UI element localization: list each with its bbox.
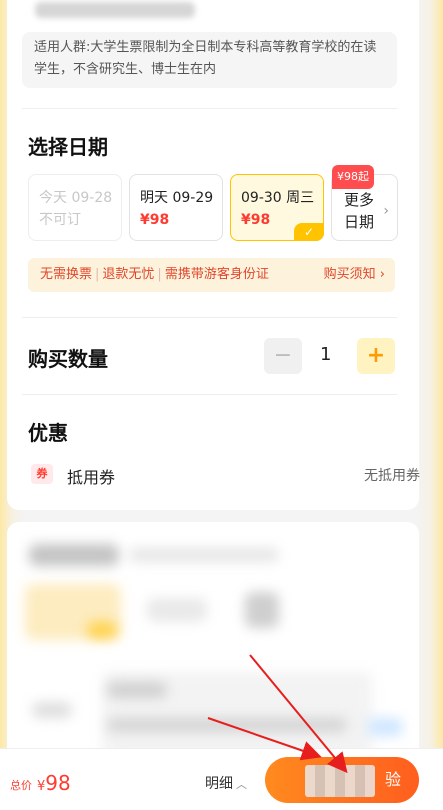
policy-item: 退款无忧 — [102, 267, 155, 282]
date-option-today: 今天 09-28 不可订 — [28, 174, 122, 241]
chevron-up-icon: ︿ — [236, 778, 247, 791]
blurred-subheading — [129, 548, 279, 562]
watermark-mosaic — [305, 765, 375, 797]
more-dates-button[interactable]: ¥98起 更多 日期 › — [331, 165, 398, 241]
submit-order-label: 验 — [384, 770, 401, 789]
coupon-label[interactable]: 抵用券 — [67, 464, 115, 488]
coupon-value[interactable]: 无抵用券 — [364, 465, 420, 485]
total-price-value: 98 — [45, 771, 71, 795]
price-from-badge: ¥98起 — [332, 165, 374, 189]
chevron-right-icon: › — [379, 267, 385, 282]
purchase-notice-label: 购买须知 — [323, 267, 376, 282]
price-detail-toggle[interactable]: 明细 ︿ — [205, 773, 247, 793]
date-label: 09-30 周三 — [241, 190, 315, 206]
blurred-heading — [29, 544, 119, 566]
policy-separator: | — [157, 267, 162, 282]
blurred-text — [107, 718, 347, 732]
blurred-tab — [147, 598, 207, 622]
date-label: 今天 09-28 — [39, 190, 113, 206]
coupon-icon: 券 — [31, 464, 53, 484]
quantity-value: 1 — [320, 344, 332, 365]
policy-item: 需携带游客身份证 — [164, 267, 269, 282]
divider — [22, 108, 397, 109]
date-option-tomorrow[interactable]: 明天 09-29 ¥98 — [129, 174, 223, 241]
total-price-label: 总价 — [10, 779, 32, 792]
divider — [22, 394, 397, 395]
purchase-notice-link[interactable]: 购买须知 › — [324, 258, 385, 292]
blurred-ticket-title — [35, 2, 195, 18]
checkmark-icon: ✓ — [294, 223, 324, 241]
blurred-text — [32, 702, 72, 718]
eligibility-notice-text: 适用人群:大学生票限制为全日制本专科高等教育学校的在读学生，不含研究生、博士生在… — [34, 40, 377, 77]
decrease-quantity-button[interactable]: − — [264, 338, 302, 374]
date-option-selected[interactable]: 09-30 周三 ¥98 ✓ — [230, 174, 324, 241]
more-dates-line1: 更多 — [344, 191, 375, 209]
price-detail-label: 明细 — [205, 776, 233, 792]
discount-section-title: 优惠 — [28, 421, 68, 445]
submit-order-button[interactable]: 验 — [265, 757, 419, 803]
increase-quantity-button[interactable]: + — [357, 338, 395, 374]
date-label: 明天 09-29 — [140, 190, 214, 206]
quantity-section-title: 购买数量 — [28, 347, 108, 371]
blurred-tag — [367, 718, 403, 736]
blurred-text — [107, 682, 167, 698]
more-dates-line2: 日期 — [344, 213, 375, 231]
chevron-right-icon: › — [383, 203, 389, 219]
divider — [22, 317, 397, 318]
ticket-policy-bar[interactable]: 无需换票 | 退款无忧 | 需携带游客身份证 购买须知 › — [28, 258, 395, 292]
checkout-bar: 总价 ¥98 明细 ︿ 验 — [0, 748, 443, 810]
date-status: 不可订 — [39, 212, 81, 228]
policy-item: 无需换票 — [40, 267, 93, 282]
total-price: ¥98 — [37, 771, 71, 795]
date-section-title: 选择日期 — [28, 135, 108, 159]
eligibility-notice: 适用人群:大学生票限制为全日制本专科高等教育学校的在读学生，不含研究生、博士生在… — [22, 32, 397, 88]
blurred-tab — [245, 592, 279, 628]
date-price: ¥98 — [140, 212, 170, 228]
blurred-tab-marker — [87, 622, 117, 638]
policy-separator: | — [95, 267, 100, 282]
